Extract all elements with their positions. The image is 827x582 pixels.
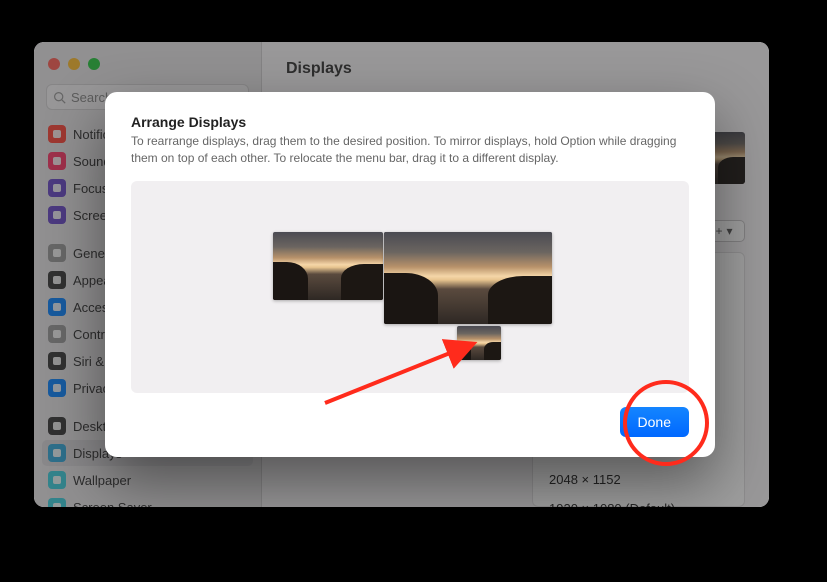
display-secondary[interactable]	[273, 232, 383, 300]
display-builtin[interactable]	[457, 326, 501, 360]
arrange-displays-dialog: Arrange Displays To rearrange displays, …	[105, 92, 715, 457]
dialog-title: Arrange Displays	[131, 114, 689, 130]
done-button[interactable]: Done	[620, 407, 689, 437]
arrangement-canvas[interactable]	[131, 181, 689, 393]
display-primary[interactable]	[384, 232, 552, 324]
dialog-description: To rearrange displays, drag them to the …	[131, 133, 689, 167]
